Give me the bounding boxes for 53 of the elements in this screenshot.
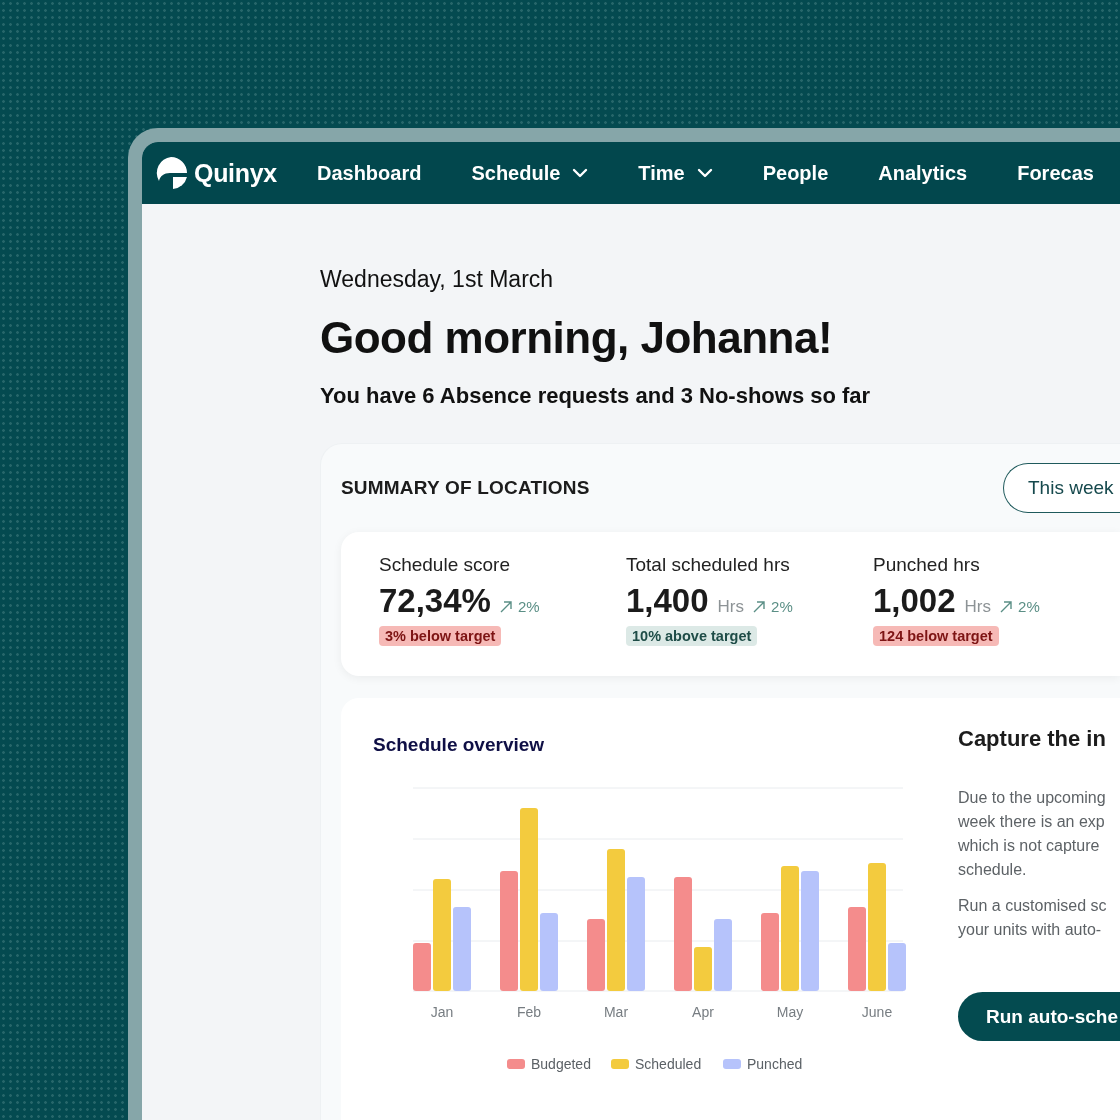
insight-text-line: Due to the upcoming	[958, 788, 1106, 808]
date-text: Wednesday, 1st March	[320, 266, 555, 293]
nav-item[interactable]: Forecas	[1017, 161, 1094, 185]
legend-label: Punched	[747, 1056, 803, 1072]
greeting-heading: Good morning, Johanna!	[320, 313, 834, 363]
insight-text-line: week there is an exp	[958, 812, 1105, 832]
month-label: June	[861, 1004, 893, 1020]
bar	[714, 919, 732, 991]
trend-up-icon	[499, 600, 512, 613]
month-label: Feb	[516, 1004, 542, 1020]
brand-name: Quinyx	[194, 158, 277, 188]
stat-unit: Hrs	[717, 597, 745, 617]
month-label: Apr	[692, 1004, 714, 1020]
nav-item[interactable]: People	[762, 161, 829, 185]
target-badge: 3% below target	[379, 626, 502, 646]
insight-heading: Capture the in	[958, 726, 1106, 752]
nav-item[interactable]: Time	[638, 161, 713, 185]
trend-up-icon	[753, 600, 766, 613]
month-label: Jan	[430, 1004, 454, 1020]
nav-item[interactable]: Analytics	[878, 161, 968, 185]
logo-icon	[154, 156, 188, 190]
trend-value: 2%	[771, 598, 793, 615]
stat-unit: Hrs	[964, 597, 992, 617]
nav-item[interactable]: Schedule	[471, 161, 589, 185]
legend-label: Budgeted	[531, 1056, 591, 1072]
run-auto-schedule-button[interactable]: Run auto-sche	[958, 992, 1120, 1041]
bar	[413, 943, 431, 991]
period-button[interactable]: This week	[1003, 463, 1120, 513]
stat-label: Total scheduled hrs	[626, 554, 790, 576]
nav-item[interactable]: Dashboard	[316, 161, 422, 185]
trend-up-icon	[1000, 600, 1013, 613]
insight-text-line: schedule.	[958, 860, 1027, 880]
bar	[694, 947, 712, 991]
month-label: Mar	[603, 1004, 629, 1020]
section-title: SUMMARY OF LOCATIONS	[341, 477, 591, 499]
stat-label: Punched hrs	[873, 554, 980, 576]
stat-label: Schedule score	[379, 554, 510, 576]
insight-text-line: which is not capture	[958, 836, 1100, 856]
stat-value: 1,400	[626, 582, 709, 620]
bar	[587, 919, 605, 991]
legend-label: Scheduled	[635, 1056, 702, 1072]
stat-value: 1,002	[873, 582, 956, 620]
chart-title: Schedule overview	[373, 734, 546, 756]
summary-subtitle: You have 6 Absence requests and 3 No-shows so far	[320, 383, 872, 409]
insight-text-line: your units with auto-	[958, 920, 1102, 940]
trend-value: 2%	[517, 598, 540, 615]
trend-value: 2%	[1018, 598, 1040, 615]
target-badge: 124 below target	[873, 626, 999, 646]
stat-value: 72,34%	[379, 582, 491, 620]
month-label: May	[776, 1004, 804, 1020]
bar	[888, 943, 906, 991]
target-badge: 10% above target	[626, 626, 758, 646]
insight-text-line: Run a customised sc	[958, 896, 1107, 916]
